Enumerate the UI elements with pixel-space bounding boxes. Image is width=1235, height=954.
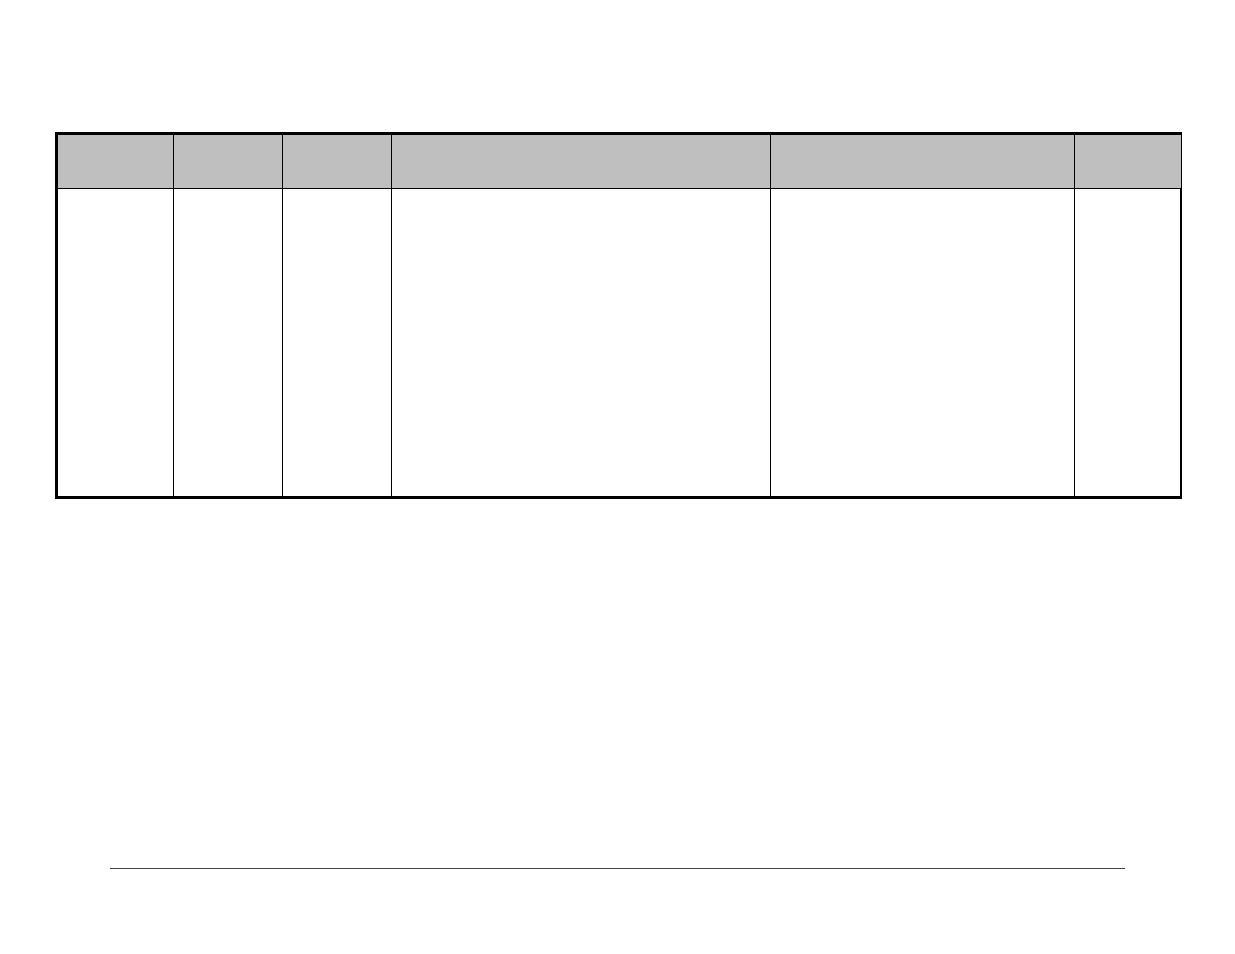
table-cell <box>771 189 1075 497</box>
table-header-cell <box>392 135 771 189</box>
table-header-cell <box>283 135 392 189</box>
table-header-cell <box>771 135 1075 189</box>
table-cell <box>58 189 174 497</box>
table-cell <box>1075 189 1182 497</box>
table-header-cell <box>58 135 174 189</box>
table-cell <box>174 189 283 497</box>
table-cell <box>392 189 771 497</box>
table-row <box>58 189 1182 497</box>
data-table <box>55 132 1182 499</box>
table-header-row <box>58 135 1182 189</box>
table-cell <box>283 189 392 497</box>
table-header-cell <box>1075 135 1182 189</box>
footer-divider <box>110 868 1125 869</box>
table-header-cell <box>174 135 283 189</box>
